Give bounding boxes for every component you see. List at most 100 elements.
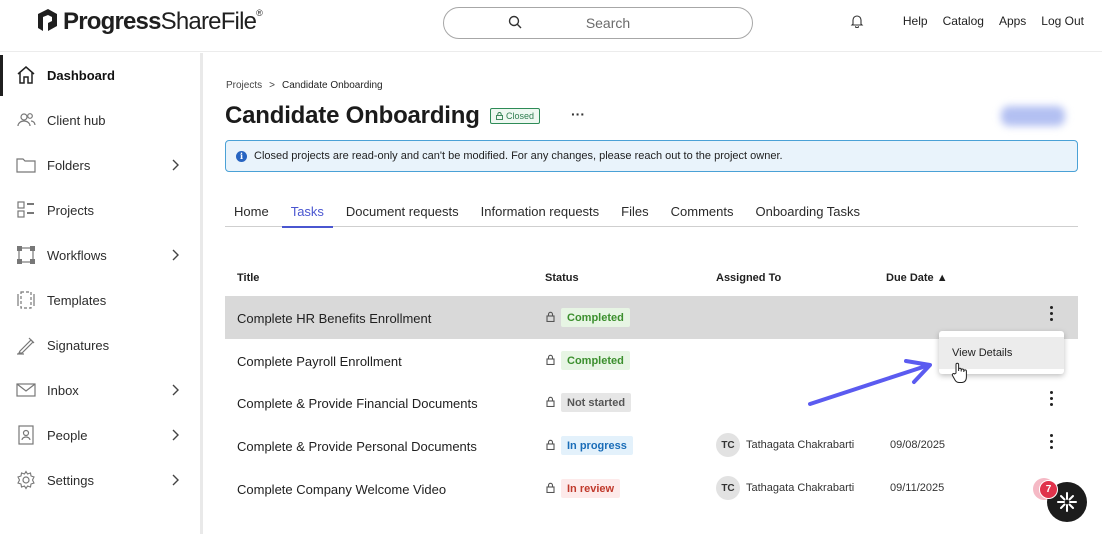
table-row[interactable]: Complete & Provide Financial Documents N…	[225, 381, 1078, 424]
sidebar-item-label: Projects	[47, 203, 94, 218]
column-header-due-date[interactable]: Due Date ▲	[886, 272, 948, 284]
pen-icon	[17, 337, 35, 355]
sidebar-item-label: Folders	[47, 158, 91, 173]
search-input[interactable]	[444, 8, 752, 38]
status-badge: Completed	[561, 351, 630, 370]
annotation-arrow-icon	[808, 359, 932, 406]
sidebar-item-templates[interactable]: Templates	[0, 278, 200, 323]
tab-information-requests[interactable]: Information requests	[472, 196, 609, 227]
sidebar-item-label: Settings	[47, 473, 94, 488]
home-icon	[17, 66, 35, 84]
gear-icon	[17, 470, 35, 490]
breadcrumb: Projects > Candidate Onboarding	[226, 80, 383, 91]
logout-link[interactable]: Log Out	[1041, 14, 1084, 28]
sidebar-item-signatures[interactable]: Signatures	[0, 323, 200, 368]
sidebar-item-workflows[interactable]: Workflows	[0, 233, 200, 278]
page-title: Candidate Onboarding	[225, 102, 480, 129]
row-menu-icon[interactable]	[1047, 391, 1055, 411]
sidebar: Dashboard Client hub Folders Projects Wo…	[0, 53, 203, 534]
due-date: 09/08/2025	[890, 439, 946, 451]
tab-bar: Home Tasks Document requests Information…	[225, 196, 1078, 228]
bell-icon[interactable]	[850, 14, 864, 28]
due-date: 09/11/2025	[890, 482, 945, 494]
brand-bold: Progress	[63, 8, 161, 35]
row-menu-icon[interactable]	[1047, 306, 1055, 326]
sidebar-item-label: Inbox	[47, 383, 79, 398]
brand-light: ShareFile	[160, 8, 257, 35]
sidebar-item-folders[interactable]: Folders	[0, 143, 200, 188]
folder-icon	[16, 158, 36, 173]
sidebar-item-dashboard[interactable]: Dashboard	[0, 53, 200, 98]
task-title[interactable]: Complete Payroll Enrollment	[237, 354, 402, 369]
search-box[interactable]	[443, 7, 753, 39]
table-row[interactable]: Complete Company Welcome Video In review…	[225, 467, 1078, 510]
sidebar-item-projects[interactable]: Projects	[0, 188, 200, 233]
column-header-assigned[interactable]: Assigned To	[716, 272, 781, 284]
sidebar-item-label: Templates	[47, 293, 107, 308]
breadcrumb-projects-link[interactable]: Projects	[226, 80, 262, 91]
avatar: TC	[716, 433, 740, 457]
lock-icon	[546, 439, 555, 450]
breadcrumb-separator: >	[269, 80, 275, 91]
sidebar-item-people[interactable]: People	[0, 413, 200, 458]
sidebar-item-inbox[interactable]: Inbox	[0, 368, 200, 413]
info-banner-text: Closed projects are read-only and can't …	[254, 150, 783, 162]
assignee-name: Tathagata Chakrabarti	[746, 439, 855, 451]
notification-count-badge: 7	[1039, 480, 1058, 499]
help-link[interactable]: Help	[903, 14, 928, 28]
sidebar-item-settings[interactable]: Settings	[0, 458, 200, 503]
table-row[interactable]: Complete & Provide Personal Documents In…	[225, 424, 1078, 467]
lock-icon	[546, 354, 555, 365]
chevron-right-icon[interactable]	[172, 384, 180, 396]
sidebar-item-client-hub[interactable]: Client hub	[0, 98, 200, 143]
sidebar-item-label: Dashboard	[47, 68, 115, 83]
chevron-right-icon[interactable]	[172, 249, 180, 261]
catalog-link[interactable]: Catalog	[943, 14, 984, 28]
brand-mark: ®	[256, 8, 263, 18]
tab-comments[interactable]: Comments	[662, 196, 743, 227]
logo[interactable]: ProgressShareFile®	[35, 8, 263, 36]
template-icon	[17, 291, 35, 309]
top-nav: Help Catalog Apps Log Out	[850, 14, 1084, 28]
status-badge: Closed	[490, 108, 541, 124]
column-header-title[interactable]: Title	[237, 272, 259, 284]
chevron-right-icon[interactable]	[172, 474, 180, 486]
info-banner: i Closed projects are read-only and can'…	[225, 140, 1078, 172]
task-title[interactable]: Complete & Provide Financial Documents	[237, 396, 478, 411]
row-menu-icon[interactable]	[1047, 434, 1055, 454]
sidebar-item-label: People	[47, 428, 88, 443]
more-options-button[interactable]: ···	[571, 106, 585, 122]
status-badge: In review	[561, 479, 621, 498]
status-badge-label: Closed	[506, 111, 535, 121]
blurred-action-button[interactable]	[985, 96, 1085, 138]
table-header: Title Status Assigned To Due Date ▲	[225, 264, 1078, 292]
tab-tasks[interactable]: Tasks	[281, 196, 334, 228]
top-bar: ProgressShareFile® Help Catalog Apps Log…	[0, 0, 1102, 52]
search-icon[interactable]	[508, 15, 522, 29]
lock-icon	[546, 311, 555, 322]
sidebar-item-label: Workflows	[47, 248, 107, 263]
projects-icon	[17, 201, 34, 218]
avatar: TC	[716, 476, 740, 500]
chevron-right-icon[interactable]	[172, 429, 180, 441]
apps-link[interactable]: Apps	[999, 14, 1026, 28]
tab-document-requests[interactable]: Document requests	[337, 196, 468, 227]
task-title[interactable]: Complete & Provide Personal Documents	[237, 439, 477, 454]
assignee-name: Tathagata Chakrabarti	[746, 482, 855, 494]
task-title[interactable]: Complete HR Benefits Enrollment	[237, 311, 431, 326]
tab-files[interactable]: Files	[612, 196, 657, 227]
hand-cursor-icon	[951, 362, 967, 383]
breadcrumb-current: Candidate Onboarding	[281, 80, 383, 91]
status-badge: Not started	[561, 393, 632, 412]
status-badge: In progress	[561, 436, 633, 455]
column-header-status[interactable]: Status	[545, 272, 579, 284]
lock-icon	[546, 396, 555, 407]
chevron-right-icon[interactable]	[172, 159, 180, 171]
tab-onboarding-tasks[interactable]: Onboarding Tasks	[746, 196, 869, 227]
tab-home[interactable]: Home	[225, 196, 278, 227]
progress-logo-icon	[38, 9, 57, 31]
brand-name: ProgressShareFile®	[63, 8, 263, 36]
contact-card-icon	[18, 425, 34, 445]
status-badge: Completed	[561, 308, 630, 327]
task-title[interactable]: Complete Company Welcome Video	[237, 482, 446, 497]
